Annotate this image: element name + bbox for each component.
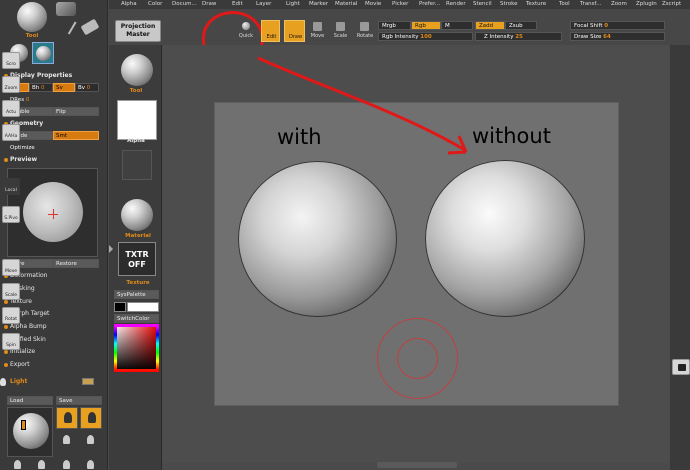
spivot-button[interactable]: S.Pivo [2, 206, 20, 223]
menu-transf[interactable]: Transf... [580, 1, 601, 7]
menu-alpha[interactable]: Alpha [121, 1, 137, 7]
menu-edit[interactable]: Edit [232, 1, 243, 7]
right-shelf [670, 45, 690, 470]
menu-material[interactable]: Material [335, 1, 357, 7]
menu-marker[interactable]: Marker [309, 1, 328, 7]
menu-draw[interactable]: Draw [202, 1, 216, 7]
menu-stroke[interactable]: Stroke [500, 1, 518, 7]
zoom-button[interactable]: Zoom [2, 76, 20, 93]
menu-zscript[interactable]: Zscript [662, 1, 681, 7]
scroll-button[interactable]: Scro [2, 52, 20, 69]
scale-view-button[interactable]: Scale [2, 283, 20, 300]
menu-stencil[interactable]: Stencil [473, 1, 492, 7]
menu-picker[interactable]: Picker [392, 1, 408, 7]
annotation-red-arrow [257, 56, 468, 155]
menu-render[interactable]: Render [446, 1, 466, 7]
menu-tool[interactable]: Tool [559, 1, 570, 7]
menu-docum[interactable]: Docum... [172, 1, 197, 7]
menu-zoom[interactable]: Zoom [611, 1, 627, 7]
bottom-scroll-handle[interactable] [377, 462, 457, 468]
rotate-view-button[interactable]: Rotat [2, 307, 20, 324]
actual-button[interactable]: Actu [2, 100, 20, 117]
camera-icon[interactable] [672, 359, 690, 375]
menu-texture[interactable]: Texture [526, 1, 546, 7]
menu-movie[interactable]: Movie [365, 1, 381, 7]
move-view-button[interactable]: Move [2, 259, 20, 276]
menu-light[interactable]: Light [286, 1, 300, 7]
menu-color[interactable]: Color [148, 1, 162, 7]
aahalf-button[interactable]: AAHa [2, 124, 20, 141]
menu-zplugin[interactable]: Zplugin [636, 1, 657, 7]
menu-prefer[interactable]: Prefer... [419, 1, 440, 7]
local-button[interactable]: Local [2, 178, 20, 195]
spin-button[interactable]: Spin [2, 333, 20, 350]
menu-layer[interactable]: Layer [256, 1, 271, 7]
